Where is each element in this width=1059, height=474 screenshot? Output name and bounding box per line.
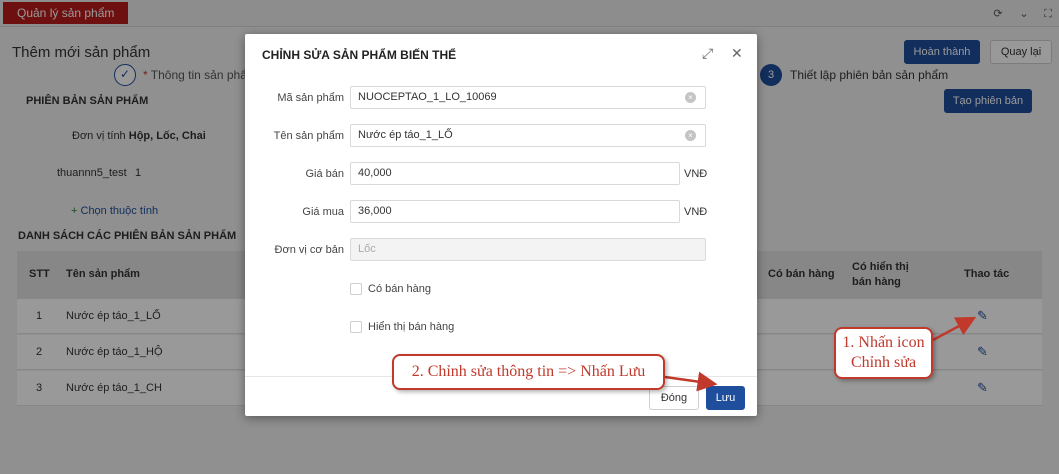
clear-icon[interactable]: × xyxy=(685,92,696,103)
sell-price-input[interactable]: 40,000 xyxy=(350,162,680,185)
buy-price-label: Giá mua xyxy=(302,206,344,218)
name-label: Tên sản phẩm xyxy=(273,130,344,142)
show-sale-label[interactable]: Hiển thị bán hàng xyxy=(368,321,454,333)
product-code-value: NUOCEPTAO_1_LO_10069 xyxy=(358,91,497,103)
sell-price-currency: VNĐ xyxy=(684,168,708,180)
close-icon[interactable]: ✕ xyxy=(731,45,743,62)
callout-1-line-2: Chỉnh sửa xyxy=(850,354,917,371)
code-label: Mã sản phẩm xyxy=(277,92,344,104)
base-unit-label: Đơn vị cơ bản xyxy=(274,244,344,256)
callout-step-2: 2. Chỉnh sửa thông tin => Nhấn Lưu xyxy=(392,354,665,390)
product-name-value: Nước ép táo_1_LỐ xyxy=(358,129,453,141)
modal-title: CHỈNH SỬA SẢN PHẨM BIẾN THỂ xyxy=(262,48,457,62)
expand-icon[interactable]: ⤢ xyxy=(702,45,713,62)
callout-step-1: 1. Nhấn icon Chỉnh sửa xyxy=(834,327,933,379)
product-name-input[interactable]: Nước ép táo_1_LỐ × xyxy=(350,124,706,147)
product-code-input[interactable]: NUOCEPTAO_1_LO_10069 × xyxy=(350,86,706,109)
base-unit-input: Lốc xyxy=(350,238,706,261)
for-sale-label[interactable]: Có bán hàng xyxy=(368,283,431,295)
show-sale-checkbox[interactable] xyxy=(350,321,362,333)
for-sale-checkbox[interactable] xyxy=(350,283,362,295)
clear-icon[interactable]: × xyxy=(685,130,696,141)
save-button[interactable]: Lưu xyxy=(706,386,745,410)
buy-price-input[interactable]: 36,000 xyxy=(350,200,680,223)
buy-price-currency: VNĐ xyxy=(684,206,708,218)
sell-price-label: Giá bán xyxy=(305,168,344,180)
callout-1-line-1: 1. Nhấn icon xyxy=(842,334,925,351)
